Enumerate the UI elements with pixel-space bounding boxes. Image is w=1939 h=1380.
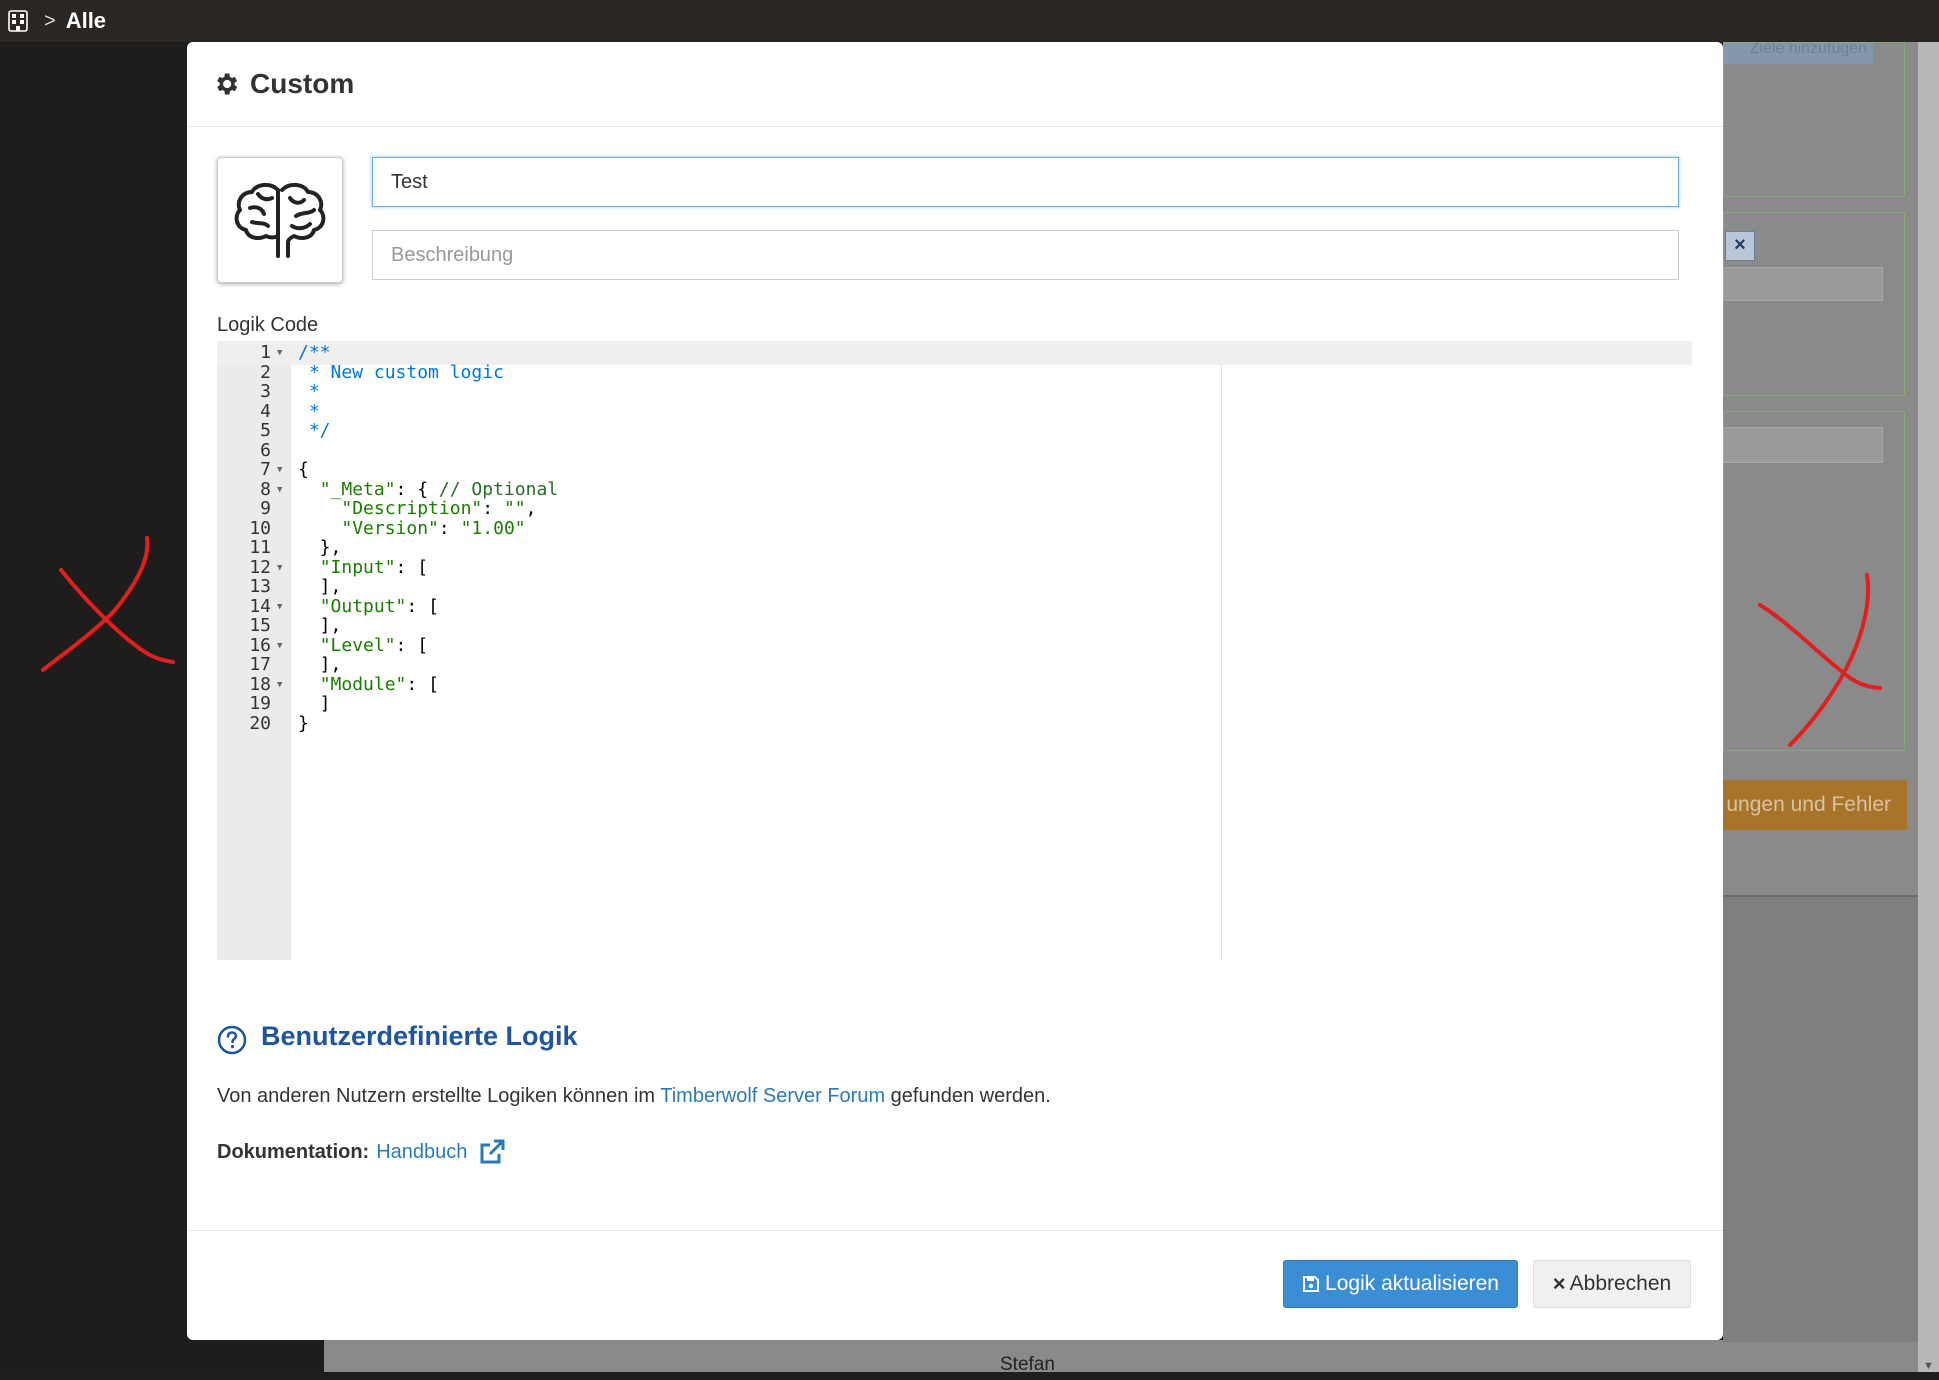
- background-panel: [1723, 42, 1905, 197]
- red-cross-annotation-left: [41, 536, 175, 672]
- background-input: [1723, 267, 1883, 301]
- app-menu-icon[interactable]: [8, 10, 28, 32]
- dialog-title: Custom: [250, 68, 355, 99]
- help-text-after: gefunden werden.: [885, 1085, 1051, 1107]
- help-text-before: Von anderen Nutzern erstellte Logiken kö…: [217, 1085, 661, 1107]
- background-warnings-button: ungen und Fehler: [1723, 780, 1907, 830]
- close-icon: ×: [1552, 1271, 1566, 1296]
- forum-link[interactable]: Timberwolf Server Forum: [660, 1085, 885, 1107]
- breadcrumb-separator: >: [44, 9, 56, 32]
- update-logic-button[interactable]: Logik aktualisieren: [1283, 1260, 1518, 1308]
- logic-description-input[interactable]: [372, 230, 1679, 280]
- code-text: }: [298, 712, 309, 734]
- gear-icon: [217, 73, 238, 95]
- documentation-line: Dokumentation: Handbuch: [217, 1137, 507, 1167]
- question-circle-icon: [217, 1025, 247, 1055]
- dialog-header: Custom: [187, 42, 1723, 127]
- breadcrumb-alle[interactable]: Alle: [66, 8, 106, 34]
- handbook-link[interactable]: Handbuch: [376, 1141, 467, 1164]
- page-scrollbar[interactable]: ▼: [1918, 42, 1939, 1372]
- help-title: Benutzerdefinierte Logik: [261, 1021, 578, 1051]
- top-bar: > Alle: [0, 0, 1939, 42]
- cancel-button[interactable]: × Abbrechen: [1533, 1260, 1691, 1308]
- update-logic-label: Logik aktualisieren: [1325, 1272, 1499, 1295]
- red-cross-annotation-right: [1758, 573, 1882, 747]
- scroll-down-icon[interactable]: ▼: [1918, 1360, 1939, 1380]
- logic-code-label: Logik Code: [217, 314, 319, 336]
- line-number: 20: [249, 712, 271, 734]
- background-lower-panel: [1723, 897, 1918, 1342]
- backdrop-left-lower: [187, 1340, 324, 1372]
- help-text: Von anderen Nutzern erstellte Logiken kö…: [217, 1085, 1051, 1108]
- logic-code-editor[interactable]: 1 ▼/** 2 * New custom logic 3 * 4 * 5 */6 7 ▼{8…: [217, 341, 1692, 960]
- documentation-label: Dokumentation:: [217, 1140, 370, 1163]
- cancel-label: Abbrechen: [1569, 1272, 1672, 1295]
- background-close-chip: ×: [1725, 231, 1755, 261]
- background-user-name: Stefan: [1000, 1354, 1055, 1375]
- save-icon: [1303, 1276, 1320, 1292]
- external-link-icon[interactable]: [477, 1137, 507, 1167]
- code-line[interactable]: 20}: [217, 712, 1692, 736]
- logic-name-input[interactable]: [372, 157, 1679, 207]
- background-input: [1723, 427, 1883, 463]
- brain-icon: [234, 183, 326, 258]
- backdrop-left: [0, 42, 187, 1372]
- logic-icon-picker[interactable]: [217, 157, 343, 283]
- dialog-footer-divider: [187, 1230, 1723, 1231]
- custom-logic-dialog: Custom Logik Code 1▼/**2 * New custom lo…: [187, 42, 1723, 1340]
